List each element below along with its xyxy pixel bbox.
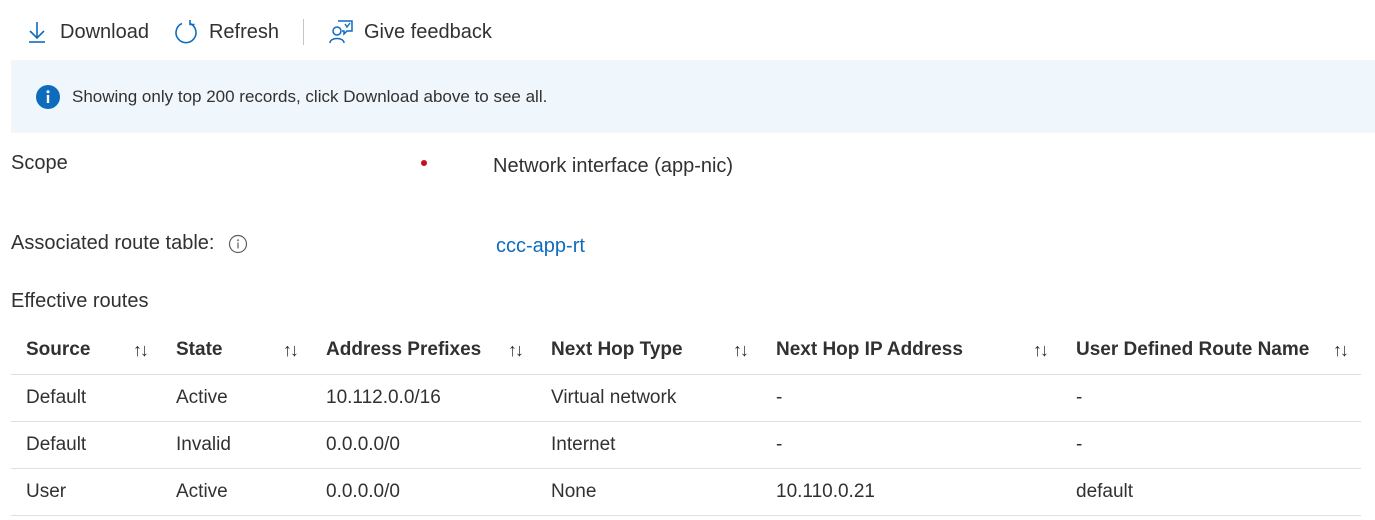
- download-icon: [24, 19, 50, 45]
- section-title: Effective routes: [11, 290, 149, 312]
- cell-source: User: [11, 468, 161, 516]
- column-header-next-hop-ip[interactable]: Next Hop IP Address ↑↓: [761, 326, 1061, 375]
- cell-next-hop-ip: -: [761, 374, 1061, 422]
- table-row: Default Active 10.112.0.0/16 Virtual net…: [11, 374, 1361, 422]
- info-banner: Showing only top 200 records, click Down…: [11, 60, 1375, 133]
- route-table-label: Associated route table:: [11, 232, 215, 254]
- required-indicator: [421, 160, 427, 166]
- cell-next-hop-ip: 10.110.0.21: [761, 468, 1061, 516]
- cell-next-hop-type: None: [536, 468, 761, 516]
- column-header-state[interactable]: State ↑↓: [161, 326, 311, 375]
- command-bar: Download Refresh Give feedback: [0, 10, 504, 54]
- cell-state: Active: [161, 374, 311, 422]
- toolbar-divider: [302, 19, 304, 45]
- download-label: Download: [60, 20, 149, 43]
- cell-udr-name: -: [1061, 421, 1361, 469]
- sort-icon[interactable]: ↑↓: [283, 340, 299, 361]
- sort-icon[interactable]: ↑↓: [1333, 340, 1349, 361]
- sort-icon[interactable]: ↑↓: [1033, 340, 1049, 361]
- route-table-link[interactable]: ccc-app-rt: [496, 235, 585, 258]
- table-row: User Active 0.0.0.0/0 None 10.110.0.21 d…: [11, 468, 1361, 516]
- cell-state: Active: [161, 468, 311, 516]
- cell-address-prefix: 0.0.0.0/0: [311, 421, 536, 469]
- cell-udr-name: -: [1061, 374, 1361, 422]
- effective-routes-table: Source ↑↓ State ↑↓ Address Prefixes ↑↓ Next…: [11, 326, 1361, 516]
- sort-icon[interactable]: ↑↓: [733, 340, 749, 361]
- give-feedback-label: Give feedback: [363, 20, 492, 43]
- cell-udr-name: default: [1061, 468, 1361, 516]
- info-outline-icon[interactable]: [228, 234, 248, 254]
- give-feedback-button[interactable]: Give feedback: [316, 10, 504, 54]
- table-row: Default Invalid 0.0.0.0/0 Internet - -: [11, 421, 1361, 469]
- cell-next-hop-type: Internet: [536, 421, 761, 469]
- feedback-icon: [328, 19, 354, 45]
- scope-label: Scope: [11, 152, 68, 174]
- cell-state: Invalid: [161, 421, 311, 469]
- column-header-source[interactable]: Source ↑↓: [11, 326, 161, 375]
- route-table-label-row: Associated route table:: [11, 232, 248, 255]
- column-header-udr-name[interactable]: User Defined Route Name ↑↓: [1061, 326, 1361, 375]
- column-header-next-hop-type[interactable]: Next Hop Type ↑↓: [536, 326, 761, 375]
- cell-source: Default: [11, 421, 161, 469]
- sort-icon[interactable]: ↑↓: [508, 340, 524, 361]
- info-icon: [36, 84, 60, 109]
- download-button[interactable]: Download: [0, 10, 161, 54]
- table-header-row: Source ↑↓ State ↑↓ Address Prefixes ↑↓ Next…: [11, 326, 1361, 375]
- sort-icon[interactable]: ↑↓: [133, 340, 149, 361]
- cell-source: Default: [11, 374, 161, 422]
- cell-next-hop-ip: -: [761, 421, 1061, 469]
- cell-address-prefix: 0.0.0.0/0: [311, 468, 536, 516]
- refresh-label: Refresh: [208, 20, 279, 43]
- scope-value: Network interface (app-nic): [493, 155, 734, 177]
- refresh-icon: [173, 19, 199, 45]
- column-header-address-prefixes[interactable]: Address Prefixes ↑↓: [311, 326, 536, 375]
- refresh-button[interactable]: Refresh: [161, 10, 291, 54]
- cell-next-hop-type: Virtual network: [536, 374, 761, 422]
- banner-message: Showing only top 200 records, click Down…: [72, 86, 548, 106]
- cell-address-prefix: 10.112.0.0/16: [311, 374, 536, 422]
